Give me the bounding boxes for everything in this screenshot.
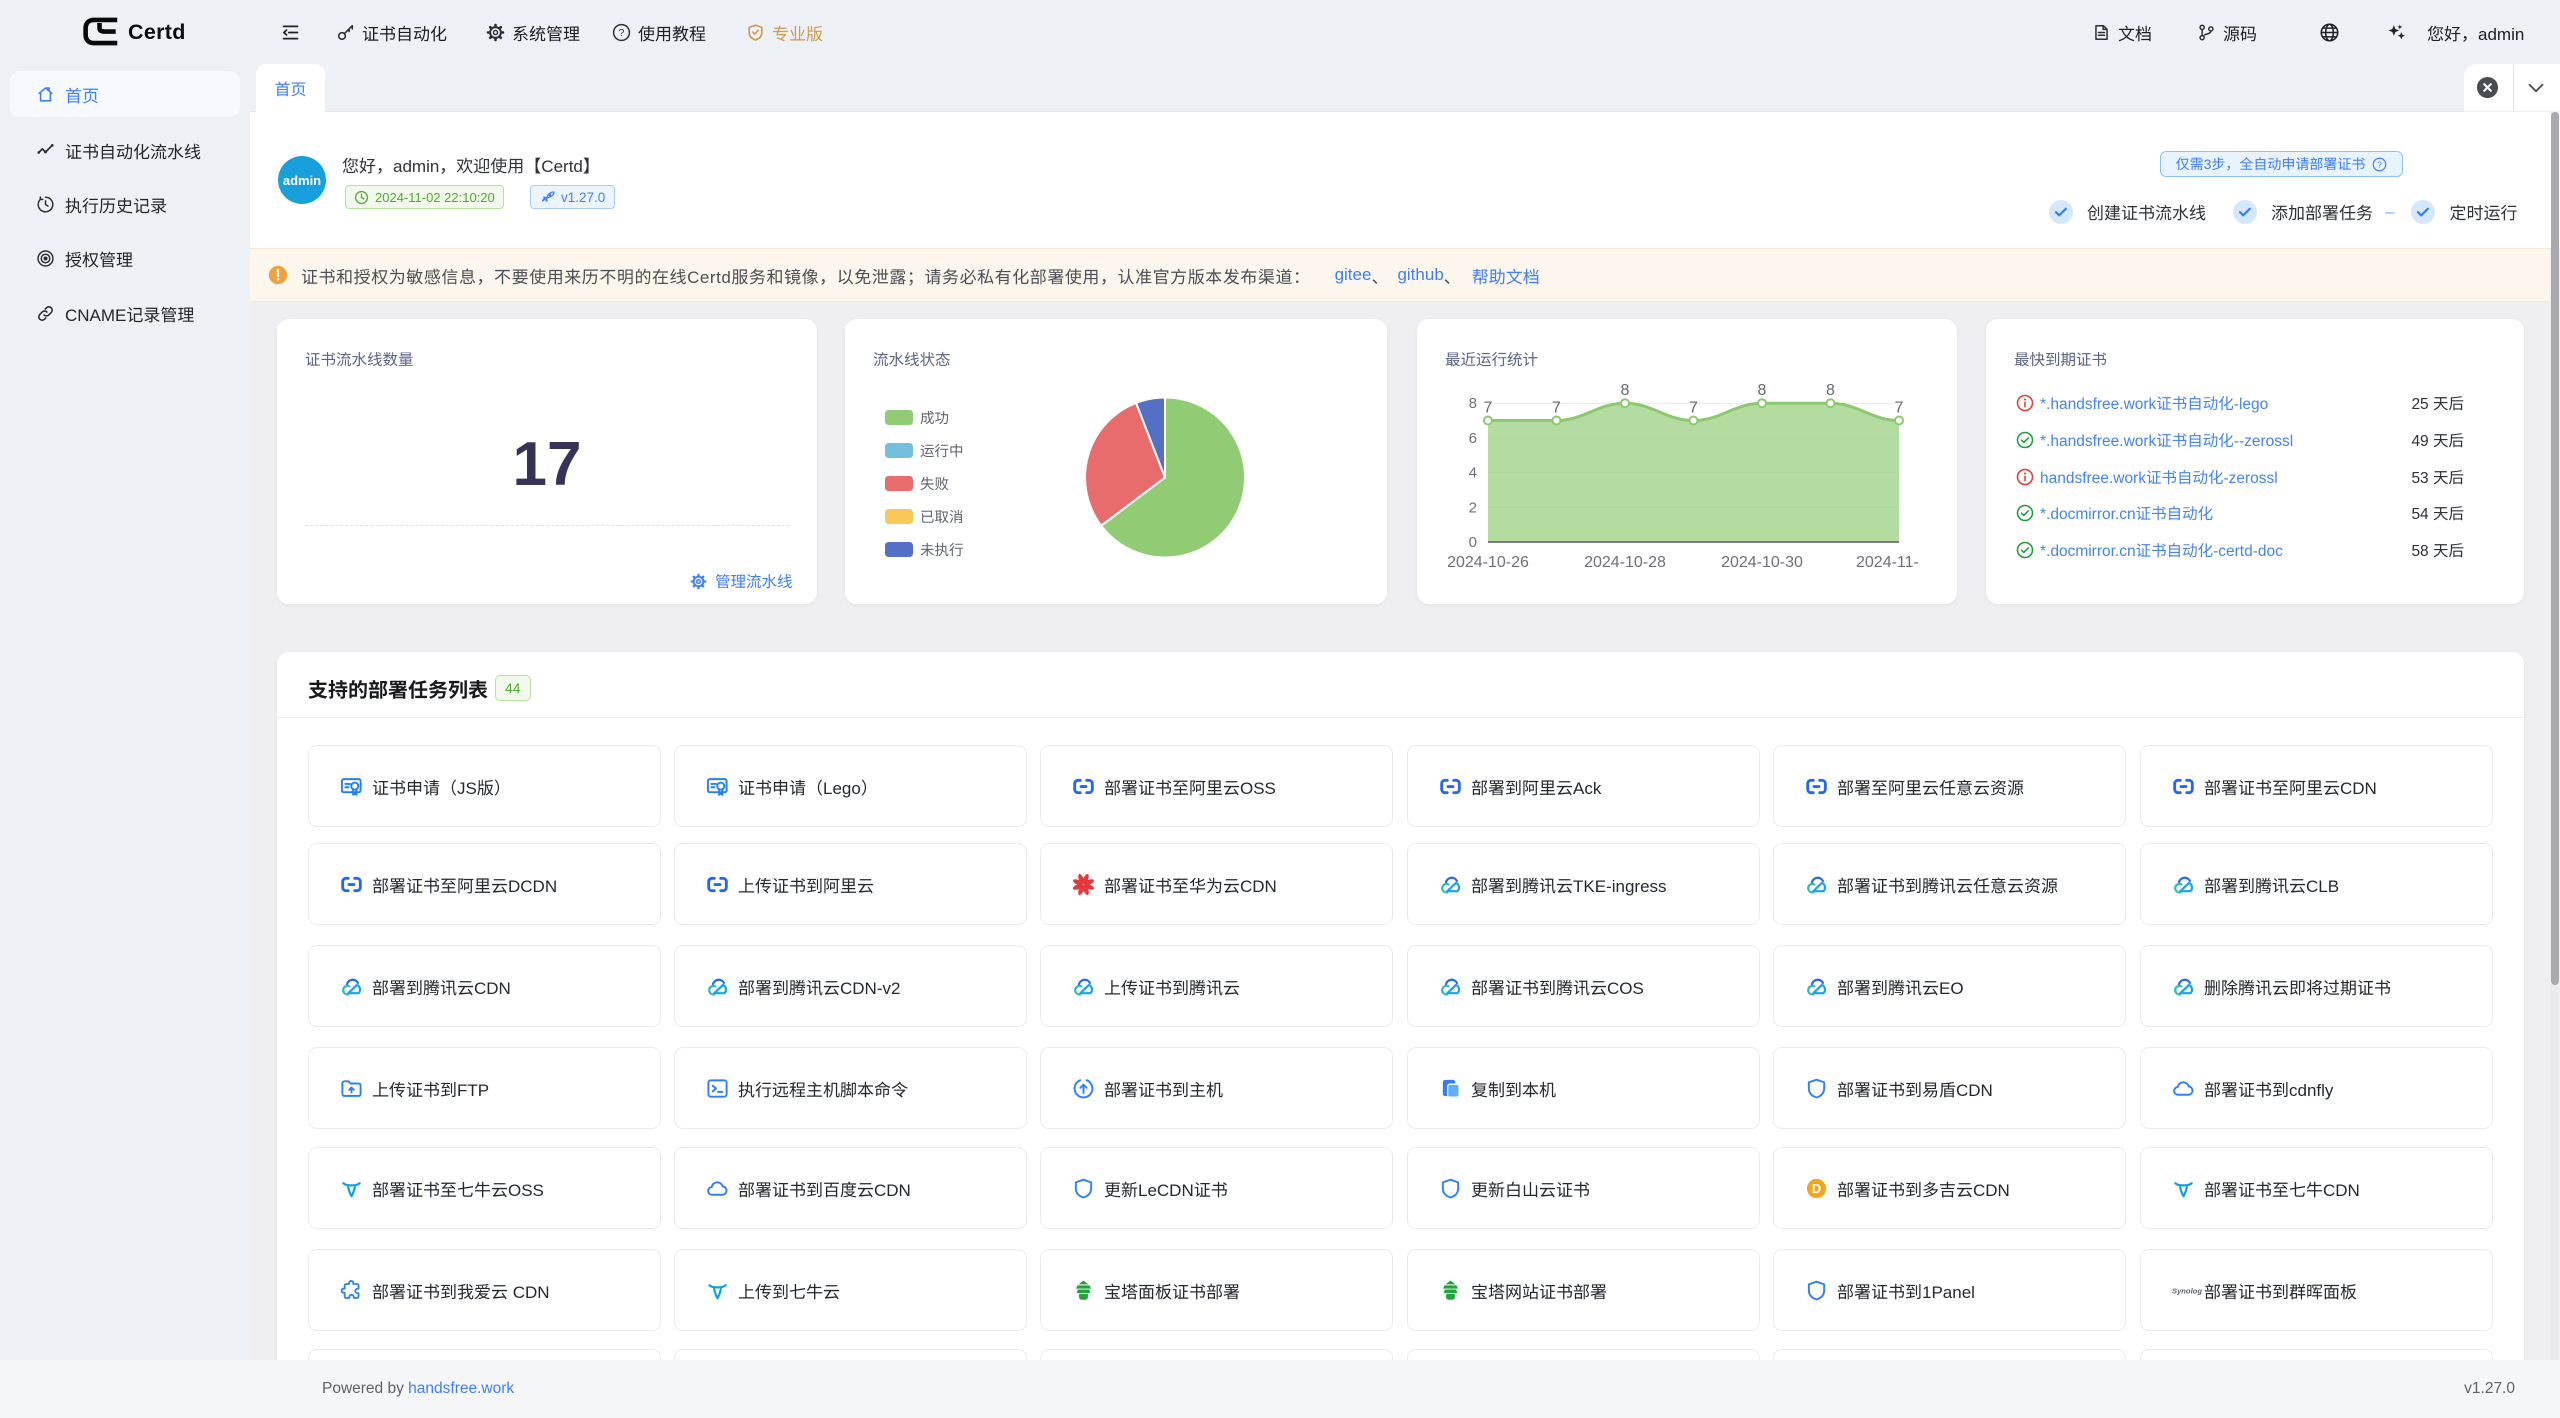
svg-text:?: ? xyxy=(2378,160,2383,169)
svg-text:?: ? xyxy=(619,28,625,39)
svg-text:2024-10-30: 2024-10-30 xyxy=(1721,554,1803,571)
svg-text:6: 6 xyxy=(1469,430,1477,447)
svg-text:Synology: Synology xyxy=(2172,1287,2202,1296)
svg-text:7: 7 xyxy=(1484,400,1493,417)
svg-text:0: 0 xyxy=(1469,534,1477,551)
svg-text:2024-10-26: 2024-10-26 xyxy=(1447,554,1529,571)
svg-text:8: 8 xyxy=(1621,382,1630,399)
svg-text:2: 2 xyxy=(1469,499,1477,516)
svg-text:4: 4 xyxy=(1469,465,1477,482)
svg-text:2024-10-28: 2024-10-28 xyxy=(1584,554,1666,571)
svg-text:8: 8 xyxy=(1758,382,1767,399)
svg-text:7: 7 xyxy=(1689,400,1698,417)
svg-text:7: 7 xyxy=(1895,400,1904,417)
svg-text:D: D xyxy=(1812,1181,1821,1196)
svg-text:7: 7 xyxy=(1552,400,1561,417)
svg-text:8: 8 xyxy=(1826,382,1835,399)
svg-text:8: 8 xyxy=(1469,395,1477,412)
svg-text:2024-11-: 2024-11- xyxy=(1856,554,1919,571)
